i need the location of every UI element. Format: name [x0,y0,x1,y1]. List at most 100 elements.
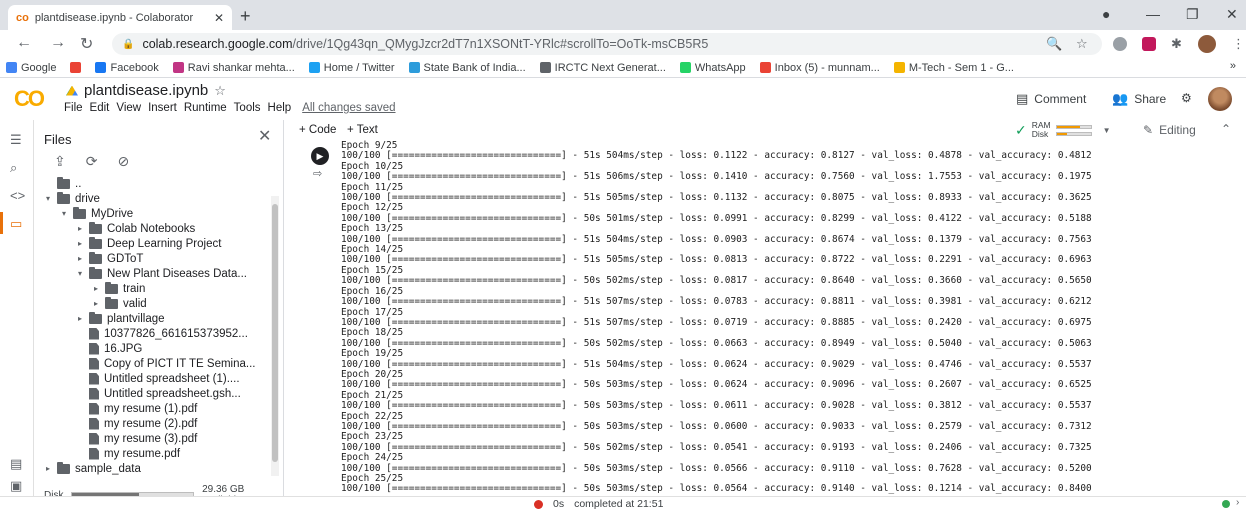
folder-row[interactable]: ▾ MyDrive [60,206,133,221]
menu-help[interactable]: Help [268,102,292,114]
bookmark-item[interactable]: State Bank of India... [408,62,526,74]
folder-row[interactable]: .. [44,176,81,191]
bookmark-item[interactable]: Home / Twitter [308,62,395,74]
bookmark-item[interactable]: Ravi shankar mehta... [172,62,295,74]
minimize-icon[interactable]: — [1146,6,1160,22]
output-actions-icon[interactable]: ⇨ [313,167,322,180]
folder-row[interactable]: ▸ train [92,281,145,296]
caret-right-icon[interactable]: ▸ [76,224,84,233]
run-cell-button[interactable]: ▶ [311,147,329,165]
unmount-drive-icon[interactable]: ⊘ [117,153,129,170]
execution-status[interactable]: 0s completed at 21:51 [534,498,663,510]
caret-right-icon[interactable]: ▸ [76,239,84,248]
tab-close-icon[interactable]: ✕ [214,11,224,25]
bookmark-item[interactable] [70,62,82,73]
folder-row[interactable]: ▸ Colab Notebooks [76,221,195,236]
caret-down-icon[interactable]: ▾ [76,269,84,278]
share-button[interactable]: 👥 Share [1112,91,1166,107]
address-bar[interactable]: 🔒 colab.research.google.com/drive/1Qg43q… [112,33,1102,55]
colab-logo[interactable]: CO [14,86,45,112]
menu-insert[interactable]: Insert [148,102,177,114]
search-icon[interactable]: ⌕ [10,160,17,176]
browser-profile-avatar[interactable] [1198,35,1216,53]
files-scrollbar[interactable] [271,196,279,476]
files-folder-icon[interactable]: ▭ [10,216,22,232]
command-palette-icon[interactable]: ▤ [10,456,22,472]
upload-icon[interactable]: ⇪ [54,153,66,170]
settings-gear-icon[interactable]: ⚙ [1181,91,1192,105]
folder-icon [89,221,102,234]
refresh-folder-icon[interactable]: ⟳ [86,153,98,170]
back-icon[interactable]: ← [16,34,32,52]
profile-indicator-icon[interactable]: ● [1102,6,1110,22]
terminal-icon[interactable]: ▣ [10,478,22,494]
bookmarks-overflow-icon[interactable]: » [1230,60,1236,72]
chevron-up-icon[interactable]: ⌃ [1221,122,1231,136]
extensions-puzzle-icon[interactable]: ✱ [1171,36,1182,52]
menu-file[interactable]: File [64,102,83,114]
chevron-right-icon[interactable]: › [1236,497,1239,508]
bookmark-item[interactable]: WhatsApp [679,62,746,74]
code-snippets-icon[interactable]: <> [10,188,25,203]
menu-edit[interactable]: Edit [90,102,110,114]
user-avatar[interactable] [1208,87,1232,111]
star-icon[interactable]: ☆ [214,83,226,99]
browser-menu-icon[interactable]: ⋮ [1232,36,1245,52]
folder-row[interactable]: ▾ New Plant Diseases Data... [76,266,247,281]
zoom-icon[interactable]: 🔍 [1046,36,1062,52]
comment-button[interactable]: ▤ Comment [1016,91,1086,107]
caret-right-icon[interactable]: ▸ [76,254,84,263]
folder-row[interactable]: ▸ sample_data [44,461,141,476]
folder-icon [105,281,118,294]
menu-view[interactable]: View [116,102,141,114]
folder-row[interactable]: ▸ GDToT [76,251,143,266]
file-row[interactable]: Untitled spreadsheet.gsh... [76,386,241,401]
file-row[interactable]: 10377826_661615373952... [76,326,248,341]
file-row[interactable]: Copy of PICT IT TE Semina... [76,356,255,371]
restore-icon[interactable]: ❐ [1186,6,1199,23]
bookmark-star-icon[interactable]: ☆ [1076,36,1088,52]
caret-right-icon[interactable]: ▸ [92,299,100,308]
resource-monitor[interactable]: ✓ RAM Disk ▼ [1015,121,1111,139]
caret-down-icon[interactable]: ▾ [60,209,68,218]
menu-tools[interactable]: Tools [234,102,261,114]
bookmark-item[interactable]: Facebook [95,62,159,74]
caret-right-icon[interactable]: ▸ [92,284,100,293]
extension-globe-icon[interactable] [1113,37,1127,51]
add-code-button[interactable]: + Code [299,124,336,136]
browser-tab[interactable]: co plantdisease.ipynb - Colaborator ✕ [8,5,232,30]
folder-row[interactable]: ▾ drive [44,191,100,206]
folder-row[interactable]: ▸ Deep Learning Project [76,236,221,251]
file-row[interactable]: my resume (1).pdf [76,401,197,416]
code-cell[interactable]: ▶ ⇨ Epoch 9/25 100/100 [=================… [285,140,1246,496]
caret-right-icon[interactable]: ▸ [76,314,84,323]
window-close-icon[interactable]: ✕ [1226,6,1238,23]
reload-icon[interactable]: ↻ [80,34,93,54]
file-row[interactable]: my resume (3).pdf [76,431,197,446]
table-of-contents-icon[interactable]: ☰ [10,132,22,148]
folder-row[interactable]: ▸ valid [92,296,147,311]
notebook-name[interactable]: plantdisease.ipynb [84,82,208,99]
files-scrollbar-thumb[interactable] [272,204,278,462]
file-row[interactable]: 16.JPG [76,341,142,356]
folder-row[interactable]: ▸ plantvillage [76,311,165,326]
menu-runtime[interactable]: Runtime [184,102,227,114]
caret-right-icon[interactable]: ▸ [44,464,52,473]
caret-down-icon[interactable]: ▾ [44,194,52,203]
add-text-button[interactable]: + Text [347,124,378,136]
save-status[interactable]: All changes saved [302,102,395,114]
bookmark-item[interactable]: IRCTC Next Generat... [539,62,666,74]
file-row[interactable]: my resume.pdf [76,446,180,461]
bookmark-item[interactable]: M-Tech - Sem 1 - G... [893,62,1014,74]
editing-mode-button[interactable]: ✎ Editing [1143,123,1196,137]
new-tab-button[interactable]: + [240,6,251,27]
files-close-icon[interactable]: ✕ [258,126,271,146]
extension-media-icon[interactable] [1142,37,1156,51]
bookmark-item[interactable]: Google [6,62,56,74]
forward-icon[interactable]: → [50,34,66,52]
file-icon [89,432,99,445]
file-row[interactable]: Untitled spreadsheet (1).... [76,371,240,386]
bookmark-item[interactable]: Inbox (5) - munnam... [759,62,880,74]
chevron-down-icon[interactable]: ▼ [1103,126,1111,135]
file-row[interactable]: my resume (2).pdf [76,416,197,431]
